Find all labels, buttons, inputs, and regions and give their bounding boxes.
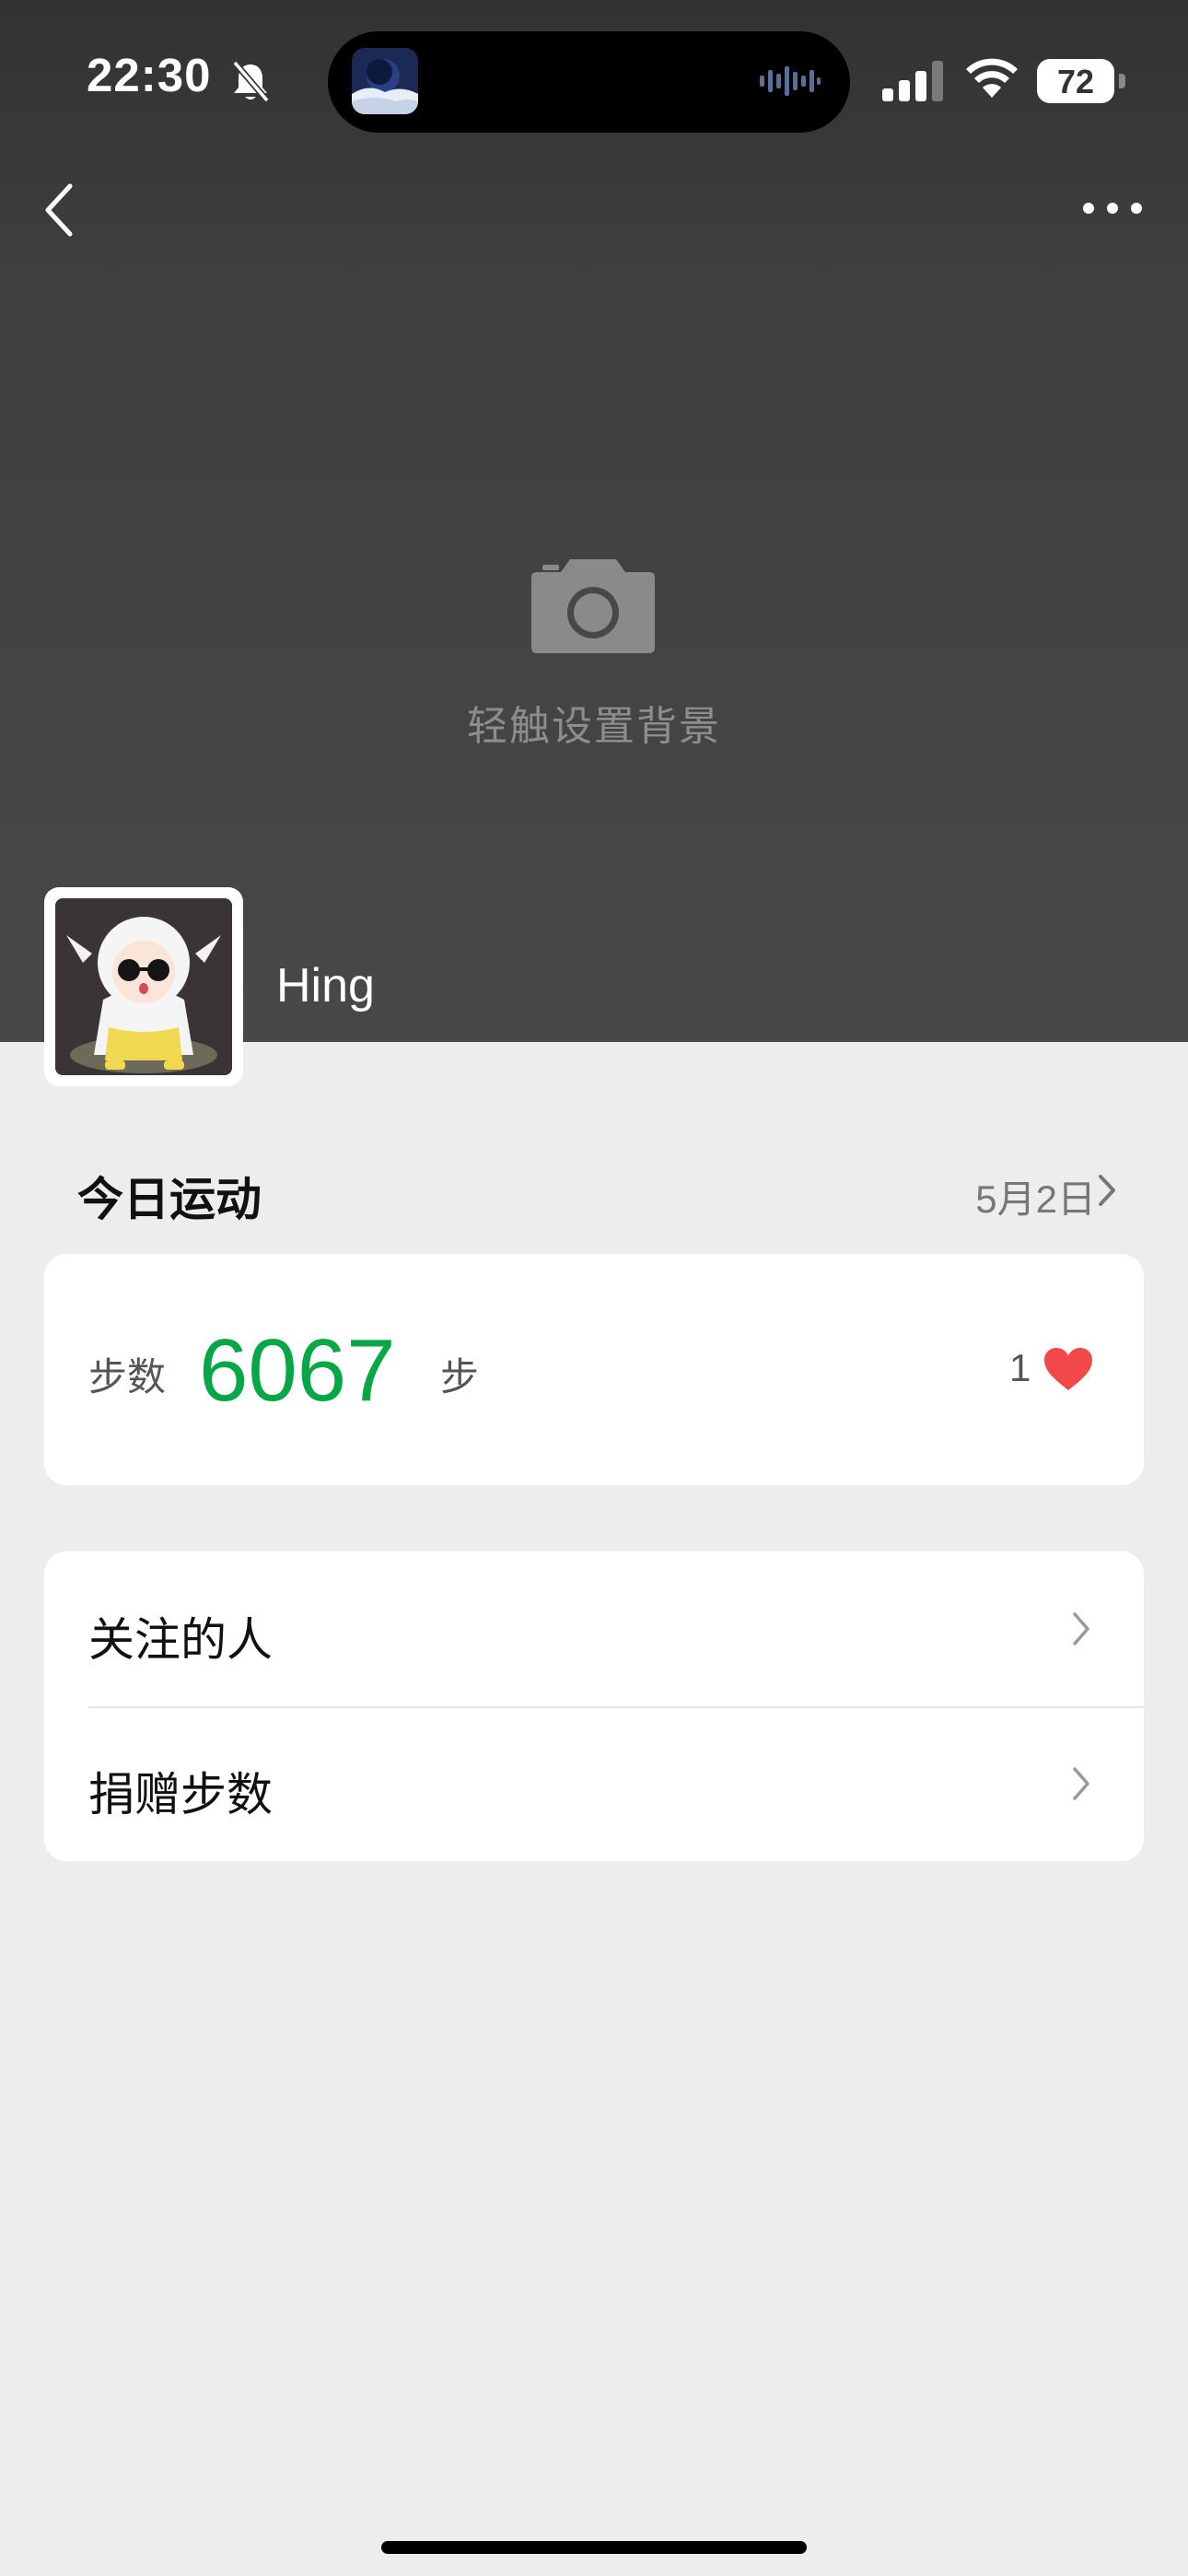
home-indicator[interactable]	[381, 2541, 807, 2554]
now-playing-artwork	[352, 48, 418, 114]
audio-waveform-icon	[760, 66, 821, 96]
profile-header-background[interactable]: 22:30 72 轻触设置背景 Hing	[0, 0, 1188, 1042]
status-time: 22:30	[87, 49, 212, 101]
cellular-signal-icon	[882, 61, 943, 101]
wifi-icon	[966, 58, 1018, 98]
steps-unit: 步	[440, 1355, 480, 1399]
back-arrow-icon[interactable]	[41, 181, 77, 240]
menu-item-donate-steps[interactable]: 捐赠步数	[44, 1706, 1144, 1861]
steps-card[interactable]: 步数 6067 步 1	[44, 1254, 1144, 1485]
chevron-right-icon[interactable]	[1096, 1172, 1118, 1209]
avatar[interactable]	[44, 887, 243, 1086]
set-background-hint[interactable]: 轻触设置背景	[0, 693, 1188, 752]
battery-icon: 72	[1037, 59, 1125, 103]
today-exercise-title: 今日运动	[77, 1174, 262, 1225]
steps-label: 步数	[88, 1355, 167, 1399]
menu-item-label: 关注的人	[88, 1614, 273, 1666]
menu-item-label: 捐赠步数	[88, 1769, 273, 1821]
likes-count: 1	[1009, 1346, 1031, 1389]
date-selector[interactable]: 5月2日	[975, 1168, 1096, 1224]
heart-like-icon[interactable]	[1042, 1346, 1094, 1392]
menu-item-following[interactable]: 关注的人	[44, 1551, 1144, 1708]
more-options-icon[interactable]	[1079, 193, 1146, 223]
menu-list: 关注的人 捐赠步数	[44, 1551, 1144, 1861]
battery-percent: 72	[1056, 63, 1095, 100]
username: Hing	[276, 959, 375, 1013]
dynamic-island[interactable]	[328, 31, 850, 133]
steps-value: 6067	[199, 1321, 396, 1420]
chevron-right-icon	[1073, 1767, 1089, 1800]
chevron-right-icon	[1073, 1612, 1089, 1645]
bell-muted-icon	[232, 60, 270, 103]
avatar-image	[55, 898, 232, 1075]
camera-icon[interactable]	[530, 557, 657, 655]
